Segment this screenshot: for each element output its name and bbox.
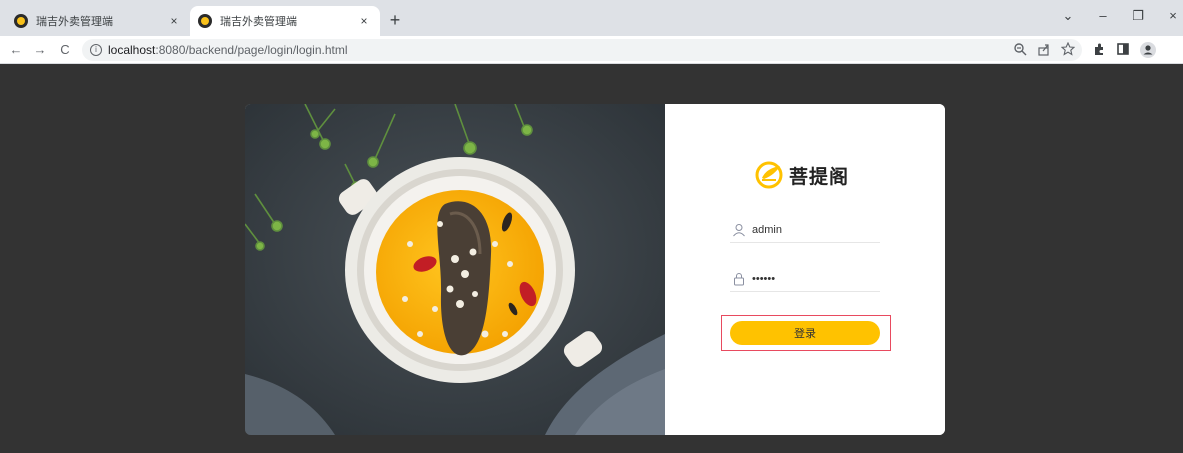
- tab-title: 瑞吉外卖管理端: [36, 16, 113, 28]
- reload-button[interactable]: C: [55, 40, 75, 60]
- favicon-icon: [198, 14, 212, 28]
- window-close-button[interactable]: ×: [1162, 8, 1183, 23]
- profile-icon[interactable]: [1140, 42, 1156, 58]
- browser-toolbar: ← → C i localhost:8080/backend/page/logi…: [0, 36, 1183, 64]
- restore-button[interactable]: ❐: [1127, 8, 1149, 24]
- side-panel-icon[interactable]: [1115, 42, 1131, 58]
- site-info-icon[interactable]: i: [90, 44, 102, 56]
- url-path: :8080/backend/page/login/login.html: [155, 43, 348, 57]
- star-icon[interactable]: [1060, 41, 1076, 58]
- login-panel: 菩提阁 登录: [665, 104, 945, 435]
- username-field: [730, 217, 880, 243]
- username-input[interactable]: [752, 223, 872, 236]
- tab-title: 瑞吉外卖管理端: [220, 16, 297, 28]
- login-button[interactable]: 登录: [730, 321, 880, 345]
- password-field: [730, 266, 880, 292]
- brand-logo: 菩提阁: [755, 160, 849, 190]
- url-host: localhost: [108, 43, 156, 57]
- food-hero-image: [245, 104, 665, 435]
- favicon-icon: [14, 14, 28, 28]
- login-button-focus-outline: 登录: [721, 315, 891, 351]
- address-bar[interactable]: i localhost:8080/backend/page/login/logi…: [82, 39, 1082, 61]
- password-input[interactable]: [752, 272, 872, 285]
- brand-mark-icon: [755, 161, 783, 189]
- user-icon: [732, 223, 746, 237]
- minimize-button[interactable]: –: [1092, 8, 1114, 23]
- share-icon[interactable]: [1036, 42, 1052, 58]
- tab-close-icon[interactable]: ×: [166, 13, 182, 29]
- forward-button[interactable]: →: [30, 40, 50, 60]
- lock-icon: [732, 272, 746, 286]
- new-tab-button[interactable]: +: [384, 9, 406, 31]
- brand-name: 菩提阁: [789, 166, 850, 188]
- browser-tab-strip: 瑞吉外卖管理端 × 瑞吉外卖管理端 × + ⌄ – ❐ ×: [0, 0, 1183, 36]
- tab-1[interactable]: 瑞吉外卖管理端 ×: [6, 6, 190, 36]
- zoom-icon[interactable]: [1012, 42, 1028, 58]
- tab-close-icon[interactable]: ×: [356, 13, 372, 29]
- tab-search-icon[interactable]: ⌄: [1057, 8, 1079, 24]
- extensions-icon[interactable]: [1091, 42, 1107, 58]
- login-card: 菩提阁 登录: [245, 104, 945, 435]
- tab-2-active[interactable]: 瑞吉外卖管理端 ×: [190, 6, 380, 36]
- page-background: 菩提阁 登录: [0, 64, 1183, 453]
- back-button[interactable]: ←: [6, 40, 26, 60]
